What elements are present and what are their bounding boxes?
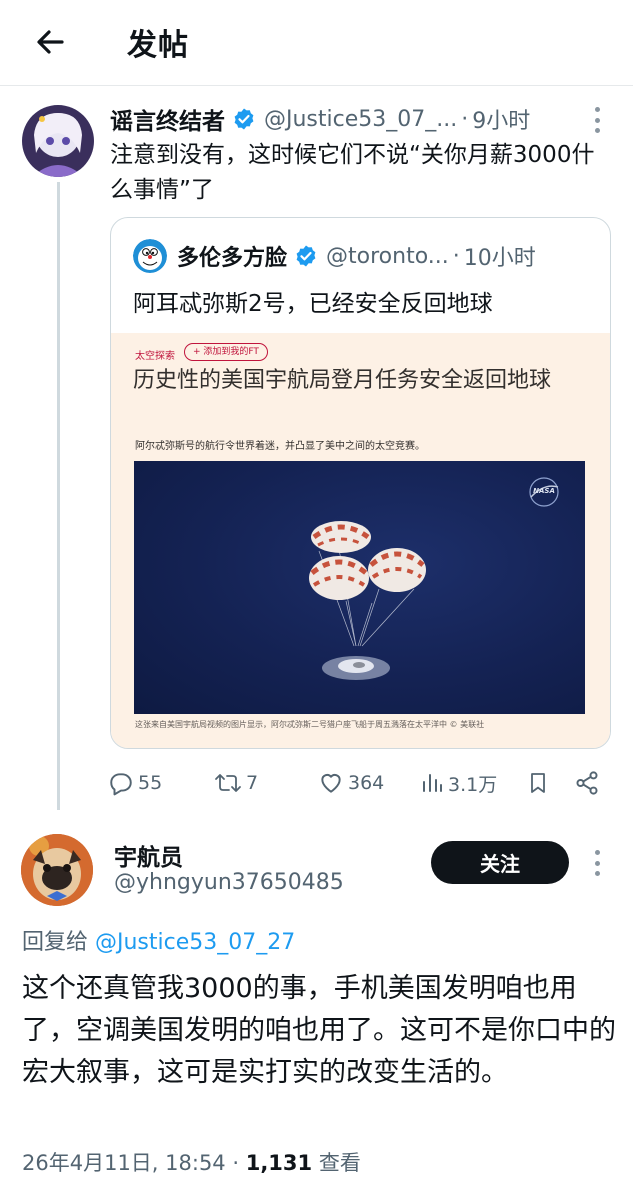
author-name[interactable]: 谣言终结者 [110,102,225,136]
article-standfirst: 阿尔忒弥斯号的航行令世界着迷，并凸显了美中之间的太空竞赛。 [135,441,425,452]
post-time[interactable]: 9小时 [472,103,530,135]
separator-dot: · [452,243,460,269]
like-count: 364 [348,772,385,794]
repost-count: 7 [246,772,259,794]
article-headline: 历史性的美国宇航局登月任务安全返回地球 [133,368,552,393]
page-title: 发帖 [127,28,189,63]
post-metadata: 26年4月11日, 18:54 · 1,131 查看 [22,1147,361,1177]
post-header: 谣言终结者 @Justice53_07_... · 9小时 [110,102,610,136]
reply-text: 这个还真管我3000的事，手机美国发明咱也用了，空调美国发明的咱也用了。这可不是… [22,973,616,1088]
views-count: 3.1万 [448,773,498,796]
more-options-icon[interactable] [594,850,600,876]
bookmark-icon [531,773,545,793]
views-chart-icon [423,774,442,792]
reply-icon [110,773,132,796]
reply-count: 55 [138,772,163,794]
parachute [309,556,369,600]
separator-dot: · [461,106,469,132]
post-date[interactable]: 26年4月11日, 18:54 [22,1151,226,1175]
quoted-post[interactable]: 多伦多方脸 @toronto... · 10小时 阿耳忒弥斯2号，已经安全反回地… [110,217,611,749]
quoted-author-name: 多伦多方脸 [177,246,288,271]
avatar[interactable] [22,105,94,177]
quoted-post-header: 多伦多方脸 @toronto... · 10小时 [133,239,603,273]
reply-context: 回复给 @Justice53_07_27 [22,924,295,956]
nasa-logo: NASA [527,475,561,509]
quoted-post-text: 阿耳忒弥斯2号，已经安全反回地球 [133,291,493,317]
more-options-icon[interactable] [594,107,600,133]
repost-icon [215,774,241,792]
parachute [311,521,371,553]
reply-avatar[interactable] [21,834,93,906]
arrow-left-icon [37,30,64,54]
post-actions: 55 7 364 3.1万 [108,765,608,801]
quoted-post-time: 10小时 [463,246,536,271]
reply-author-name[interactable]: 宇航员 [114,838,183,872]
post-text: 注意到没有，这时候它们不说“关你月薪3000什么事情”了 [110,142,595,203]
thread-line [57,182,60,810]
like-button[interactable]: 364 [318,765,384,801]
verified-badge-icon [234,108,254,130]
parachute [368,548,426,592]
back-button[interactable] [30,22,70,62]
reply-to-label: 回复给 [22,930,95,955]
quoted-avatar [133,239,167,273]
reply-to-mention[interactable]: @Justice53_07_27 [95,930,295,955]
nasa-logo-text: NASA [533,487,555,495]
splashdown-photo: NASA [134,461,585,714]
author-handle[interactable]: @Justice53_07_... [264,107,457,132]
add-to-myft-badge: + 添加到我的FT [184,343,268,361]
heart-icon [321,773,341,793]
top-bar: 发帖 [0,0,633,86]
share-button[interactable] [574,765,600,801]
reply-author-handle[interactable]: @yhngyun37650485 [114,870,344,895]
views-count: 1,131 [245,1151,313,1175]
views-label: 查看 [312,1151,361,1175]
photo-caption: 这张来自美国宇航局视频的图片显示，阿尔忒弥斯二号猎户座飞船于周五溅落在太平洋中 … [135,720,485,729]
article-section: 太空探索 [135,351,175,362]
bookmark-button[interactable] [526,765,550,801]
article-image[interactable]: 太空探索 + 添加到我的FT 历史性的美国宇航局登月任务安全返回地球 阿尔忒弥斯… [111,333,610,748]
verified-badge-icon [296,245,316,267]
repost-button[interactable]: 7 [214,765,258,801]
quoted-author-handle: @toronto... [326,243,449,269]
views-button[interactable]: 3.1万 [420,765,497,801]
separator-dot: · [225,1151,246,1175]
share-icon [576,771,598,795]
follow-button[interactable]: 关注 [431,841,569,884]
reply-button[interactable]: 55 [108,765,162,801]
